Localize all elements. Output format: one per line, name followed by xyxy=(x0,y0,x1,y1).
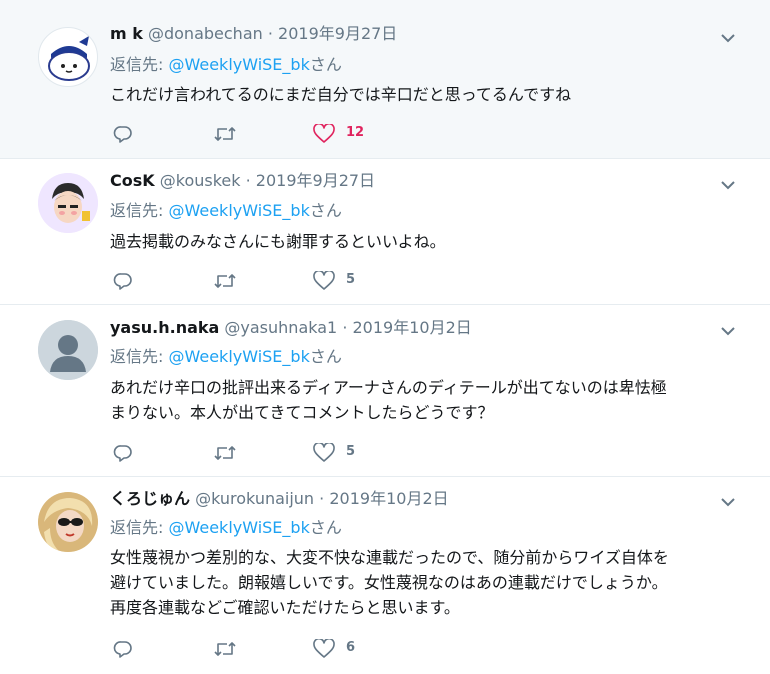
reply-to-label: 返信先: xyxy=(110,518,169,537)
like-icon xyxy=(313,271,335,290)
user-handle[interactable]: @yasuhnaka1 xyxy=(224,318,337,337)
display-name[interactable]: CosK xyxy=(110,171,155,190)
avatar[interactable] xyxy=(38,320,98,380)
tweet-date[interactable]: 2019年9月27日 xyxy=(256,171,375,190)
like-icon xyxy=(313,124,335,143)
avatar-image xyxy=(48,36,90,81)
mention-link[interactable]: @WeeklyWiSE_bk xyxy=(168,518,309,537)
retweet-icon xyxy=(214,274,236,288)
avatar-image xyxy=(38,320,98,380)
like-count: 5 xyxy=(346,272,356,287)
avatar[interactable] xyxy=(38,173,98,233)
separator: · xyxy=(245,171,251,190)
retweet-icon xyxy=(214,127,236,141)
tweet-actions: 6 xyxy=(110,637,510,661)
tweet-actions: 12 xyxy=(110,122,510,146)
user-handle[interactable]: @donabechan xyxy=(148,24,263,43)
retweet-icon xyxy=(214,446,236,460)
tweet-actions: 5 xyxy=(110,441,510,465)
reply-button[interactable] xyxy=(110,269,150,293)
like-button[interactable]: 6 xyxy=(310,637,370,661)
reply-to-suffix: さん xyxy=(309,518,342,537)
tweet[interactable]: CosK @kouskek · 2019年9月27日 返信先: @WeeklyW… xyxy=(0,159,770,305)
reply-to-line: 返信先: @WeeklyWiSE_bkさん xyxy=(110,517,342,539)
like-icon xyxy=(313,443,335,462)
like-button[interactable]: 12 xyxy=(310,122,370,146)
tweet-date[interactable]: 2019年9月27日 xyxy=(278,24,397,43)
reply-to-suffix: さん xyxy=(309,201,342,220)
chevron-down-icon[interactable] xyxy=(720,177,736,193)
tweet-header: くろじゅん @kurokunaijun · 2019年10月2日 xyxy=(110,488,449,510)
separator: · xyxy=(319,489,325,508)
reply-icon xyxy=(113,641,132,658)
like-button[interactable]: 5 xyxy=(310,269,370,293)
like-count: 5 xyxy=(346,444,356,459)
reply-button[interactable] xyxy=(110,637,150,661)
reply-to-label: 返信先: xyxy=(110,55,169,74)
tweet-date[interactable]: 2019年10月2日 xyxy=(329,489,448,508)
chevron-down-icon[interactable] xyxy=(720,30,736,46)
tweet-text: あれだけ辛口の批評出来るディアーナさんのディテールが出てないのは卑怯極 まりない… xyxy=(110,378,667,422)
separator: · xyxy=(342,318,348,337)
reply-button[interactable] xyxy=(110,122,150,146)
display-name[interactable]: yasu.h.naka xyxy=(110,318,219,337)
user-handle[interactable]: @kurokunaijun xyxy=(195,489,314,508)
tweet[interactable]: m k @donabechan · 2019年9月27日 返信先: @Weekl… xyxy=(0,0,770,159)
like-count: 6 xyxy=(346,640,356,655)
tweet-text: 女性蔑視かつ差別的な、大変不快な連載だったので、随分前からワイズ自体を 避けてい… xyxy=(110,548,669,617)
tweet-date[interactable]: 2019年10月2日 xyxy=(353,318,472,337)
display-name[interactable]: くろじゅん xyxy=(110,489,190,508)
chevron-down-icon[interactable] xyxy=(720,323,736,339)
tweet-text: これだけ言われてるのにまだ自分では辛口だと思ってるんですね xyxy=(110,85,572,104)
chevron-down-icon[interactable] xyxy=(720,494,736,510)
tweet[interactable]: yasu.h.naka @yasuhnaka1 · 2019年10月2日 返信先… xyxy=(0,305,770,477)
user-handle[interactable]: @kouskek xyxy=(160,171,241,190)
avatar[interactable] xyxy=(38,27,98,87)
retweet-button[interactable] xyxy=(210,122,250,146)
reply-to-line: 返信先: @WeeklyWiSE_bkさん xyxy=(110,54,342,76)
mention-link[interactable]: @WeeklyWiSE_bk xyxy=(168,55,309,74)
reply-button[interactable] xyxy=(110,441,150,465)
reply-to-line: 返信先: @WeeklyWiSE_bkさん xyxy=(110,346,342,368)
retweet-icon xyxy=(214,642,236,656)
reply-to-line: 返信先: @WeeklyWiSE_bkさん xyxy=(110,200,342,222)
reply-icon xyxy=(113,273,132,290)
separator: · xyxy=(267,24,273,43)
retweet-button[interactable] xyxy=(210,441,250,465)
reply-icon xyxy=(113,445,132,462)
tweet-text: 過去掲載のみなさんにも謝罪するといいよね。 xyxy=(110,232,446,251)
tweet-header: yasu.h.naka @yasuhnaka1 · 2019年10月2日 xyxy=(110,317,472,339)
reply-to-label: 返信先: xyxy=(110,347,169,366)
avatar-image xyxy=(38,492,98,552)
like-button[interactable]: 5 xyxy=(310,441,370,465)
tweet-actions: 5 xyxy=(110,269,510,293)
retweet-button[interactable] xyxy=(210,637,250,661)
tweet[interactable]: くろじゅん @kurokunaijun · 2019年10月2日 返信先: @W… xyxy=(0,477,770,674)
mention-link[interactable]: @WeeklyWiSE_bk xyxy=(168,201,309,220)
retweet-button[interactable] xyxy=(210,269,250,293)
mention-link[interactable]: @WeeklyWiSE_bk xyxy=(168,347,309,366)
avatar[interactable] xyxy=(38,492,98,552)
reply-to-suffix: さん xyxy=(309,347,342,366)
tweet-header: m k @donabechan · 2019年9月27日 xyxy=(110,23,397,45)
like-count: 12 xyxy=(346,125,365,140)
display-name[interactable]: m k xyxy=(110,24,143,43)
tweet-header: CosK @kouskek · 2019年9月27日 xyxy=(110,170,375,192)
reply-to-suffix: さん xyxy=(309,55,342,74)
reply-icon xyxy=(113,126,132,143)
avatar-image xyxy=(38,173,98,233)
reply-to-label: 返信先: xyxy=(110,201,169,220)
like-icon xyxy=(313,639,335,658)
